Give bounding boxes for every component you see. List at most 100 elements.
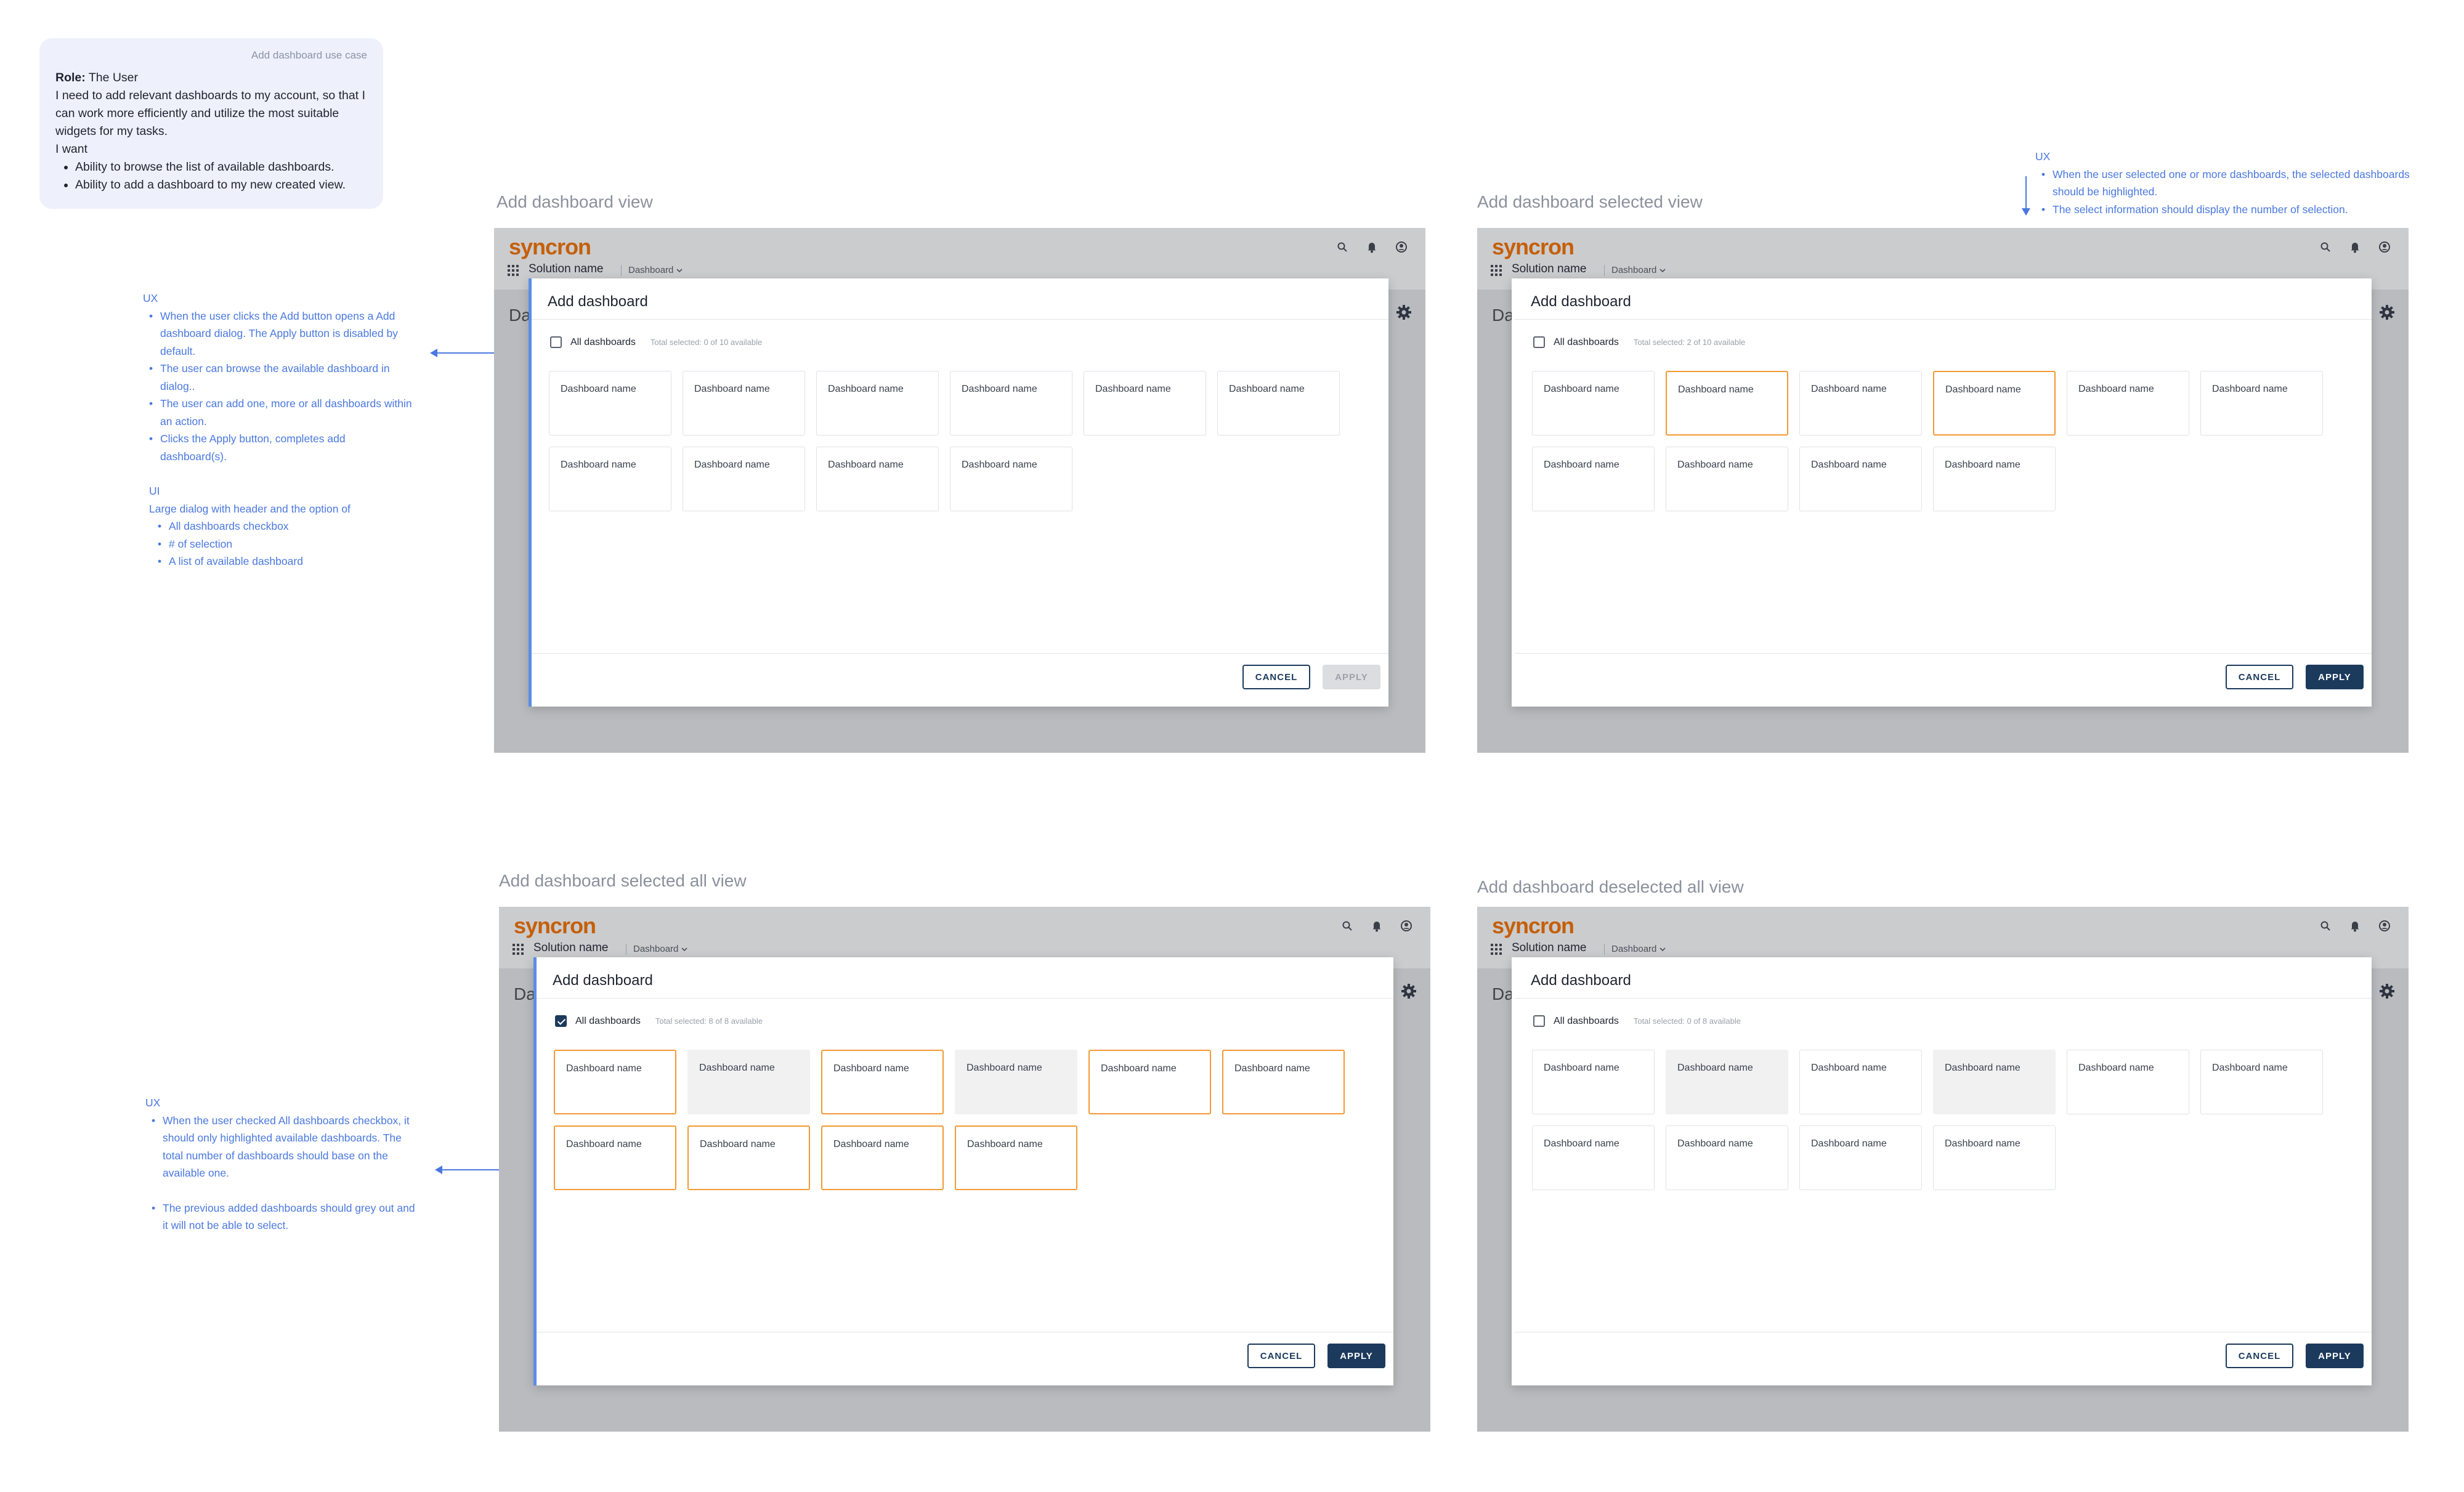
all-dashboards-checkbox[interactable] bbox=[1533, 1015, 1545, 1027]
screen-add-dashboard: syncron Solution name Dashboard Da Add dashb… bbox=[494, 228, 1425, 753]
apply-button[interactable]: APPLY bbox=[2306, 665, 2364, 689]
dashboard-menu-label: Dashboard bbox=[633, 944, 679, 954]
dashboard-card-label: Dashboard name bbox=[566, 1063, 642, 1074]
bell-icon[interactable] bbox=[1364, 239, 1380, 255]
app-grid-icon[interactable] bbox=[508, 265, 519, 276]
bell-icon[interactable] bbox=[1369, 918, 1385, 934]
dashboard-card[interactable]: Dashboard name bbox=[687, 1125, 810, 1190]
cancel-button[interactable]: CANCEL bbox=[1242, 665, 1310, 689]
all-dashboards-label[interactable]: All dashboards bbox=[570, 337, 636, 348]
dashboard-card-label: Dashboard name bbox=[1811, 1138, 1887, 1149]
app-bar-icons bbox=[1339, 918, 1414, 934]
user-account-icon[interactable] bbox=[1393, 239, 1409, 255]
gear-icon[interactable] bbox=[2379, 983, 2395, 1002]
dashboard-card[interactable]: Dashboard name bbox=[1532, 1125, 1655, 1190]
dashboard-card-label: Dashboard name bbox=[1945, 1063, 2020, 1073]
dashboard-menu[interactable]: Dashboard bbox=[1603, 265, 1666, 276]
dialog-divider bbox=[1515, 998, 2372, 999]
dashboard-card[interactable]: Dashboard name bbox=[2067, 1050, 2189, 1114]
gear-icon[interactable] bbox=[2379, 304, 2395, 323]
all-dashboards-checkbox[interactable] bbox=[1533, 336, 1545, 348]
dashboard-card-label: Dashboard name bbox=[1945, 460, 2020, 470]
dashboard-card[interactable]: Dashboard name bbox=[950, 371, 1072, 436]
dashboard-card[interactable]: Dashboard name bbox=[1222, 1050, 1345, 1114]
dashboard-card[interactable]: Dashboard name bbox=[2067, 371, 2189, 436]
chevron-down-icon bbox=[1656, 944, 1666, 954]
dashboard-card[interactable]: Dashboard name bbox=[1799, 371, 1922, 436]
dashboard-card[interactable]: Dashboard name bbox=[554, 1125, 676, 1190]
search-icon[interactable] bbox=[1334, 239, 1350, 255]
dashboard-card[interactable]: Dashboard name bbox=[955, 1125, 1077, 1190]
dashboard-card[interactable]: Dashboard name bbox=[549, 447, 671, 511]
dashboard-card-label: Dashboard name bbox=[1677, 460, 1753, 470]
gear-icon[interactable] bbox=[1401, 983, 1417, 1002]
search-icon[interactable] bbox=[1339, 918, 1355, 934]
solution-name[interactable]: Solution name bbox=[533, 941, 608, 955]
dashboard-card[interactable]: Dashboard name bbox=[1217, 371, 1340, 436]
bell-icon[interactable] bbox=[2347, 239, 2363, 255]
dashboard-card[interactable]: Dashboard name bbox=[816, 371, 939, 436]
dashboard-menu[interactable]: Dashboard bbox=[625, 944, 687, 955]
dashboard-card[interactable]: Dashboard name bbox=[1799, 1125, 1922, 1190]
dashboard-card[interactable]: Dashboard name bbox=[1666, 447, 1788, 511]
dashboard-card[interactable]: Dashboard name bbox=[1532, 371, 1655, 436]
bell-icon[interactable] bbox=[2347, 918, 2363, 934]
dashboard-card[interactable]: Dashboard name bbox=[1933, 447, 2056, 511]
dashboard-card[interactable]: Dashboard name bbox=[683, 447, 805, 511]
apply-button[interactable]: APPLY bbox=[2306, 1344, 2364, 1368]
all-dashboards-checkbox[interactable] bbox=[550, 336, 562, 348]
user-account-icon[interactable] bbox=[1398, 918, 1414, 934]
dashboard-card-label: Dashboard name bbox=[962, 384, 1037, 394]
dashboard-card[interactable]: Dashboard name bbox=[1933, 1125, 2056, 1190]
search-icon[interactable] bbox=[2317, 239, 2333, 255]
dashboard-card[interactable]: Dashboard name bbox=[1088, 1050, 1211, 1114]
note-item: The previous added dashboards should gre… bbox=[152, 1199, 419, 1235]
app-grid-icon[interactable] bbox=[1491, 944, 1502, 955]
gear-icon[interactable] bbox=[1396, 304, 1412, 323]
dashboard-card: Dashboard name bbox=[1666, 1050, 1788, 1114]
total-selected-text: Total selected: 2 of 10 available bbox=[1633, 338, 1746, 347]
dashboard-card[interactable]: Dashboard name bbox=[2200, 1050, 2323, 1114]
dashboard-card-label: Dashboard name bbox=[1544, 1063, 1619, 1073]
note-item: Clicks the Apply button, completes add d… bbox=[149, 430, 414, 465]
cancel-button[interactable]: CANCEL bbox=[1247, 1344, 1315, 1368]
dialog-title: Add dashboard bbox=[548, 293, 648, 310]
apply-button[interactable]: APPLY bbox=[1327, 1344, 1385, 1368]
app-grid-icon[interactable] bbox=[1491, 265, 1502, 276]
all-dashboards-label[interactable]: All dashboards bbox=[1554, 1016, 1619, 1027]
user-account-icon[interactable] bbox=[2377, 918, 2393, 934]
all-dashboards-checkbox[interactable] bbox=[555, 1015, 567, 1027]
all-dashboards-label[interactable]: All dashboards bbox=[1554, 337, 1619, 348]
all-dashboards-label[interactable]: All dashboards bbox=[575, 1016, 641, 1027]
solution-name[interactable]: Solution name bbox=[1512, 941, 1586, 955]
dashboard-card[interactable]: Dashboard name bbox=[1532, 447, 1655, 511]
dashboard-card[interactable]: Dashboard name bbox=[1532, 1050, 1655, 1114]
dashboard-card[interactable]: Dashboard name bbox=[821, 1050, 944, 1114]
note-ux-list: When the user checked All dashboards che… bbox=[145, 1112, 419, 1235]
dashboard-menu[interactable]: Dashboard bbox=[1603, 944, 1666, 955]
dashboard-card[interactable]: Dashboard name bbox=[683, 371, 805, 436]
dashboard-card[interactable]: Dashboard name bbox=[554, 1050, 676, 1114]
dashboard-card-list: Dashboard name Dashboard name Dashboard na… bbox=[549, 371, 1374, 511]
cancel-button[interactable]: CANCEL bbox=[2226, 1344, 2293, 1368]
dialog-divider bbox=[537, 998, 1393, 999]
dashboard-card[interactable]: Dashboard name bbox=[1666, 1125, 1788, 1190]
dashboard-card[interactable]: Dashboard name bbox=[816, 447, 939, 511]
dashboard-card[interactable]: Dashboard name bbox=[2200, 371, 2323, 436]
note-ui-text: Large dialog with header and the option … bbox=[149, 502, 351, 515]
dashboard-card[interactable]: Dashboard name bbox=[1799, 1050, 1922, 1114]
search-icon[interactable] bbox=[2317, 918, 2333, 934]
user-account-icon[interactable] bbox=[2377, 239, 2393, 255]
dashboard-card[interactable]: Dashboard name bbox=[821, 1125, 944, 1190]
dashboard-card[interactable]: Dashboard name bbox=[549, 371, 671, 436]
dashboard-card[interactable]: Dashboard name bbox=[1084, 371, 1206, 436]
dashboard-card[interactable]: Dashboard name bbox=[1933, 371, 2056, 436]
solution-name[interactable]: Solution name bbox=[529, 262, 603, 276]
cancel-button[interactable]: CANCEL bbox=[2226, 665, 2293, 689]
solution-name[interactable]: Solution name bbox=[1512, 262, 1586, 276]
dashboard-card[interactable]: Dashboard name bbox=[950, 447, 1072, 511]
dashboard-card[interactable]: Dashboard name bbox=[1666, 371, 1788, 436]
app-grid-icon[interactable] bbox=[513, 944, 524, 955]
dashboard-menu[interactable]: Dashboard bbox=[620, 265, 683, 276]
dashboard-card[interactable]: Dashboard name bbox=[1799, 447, 1922, 511]
